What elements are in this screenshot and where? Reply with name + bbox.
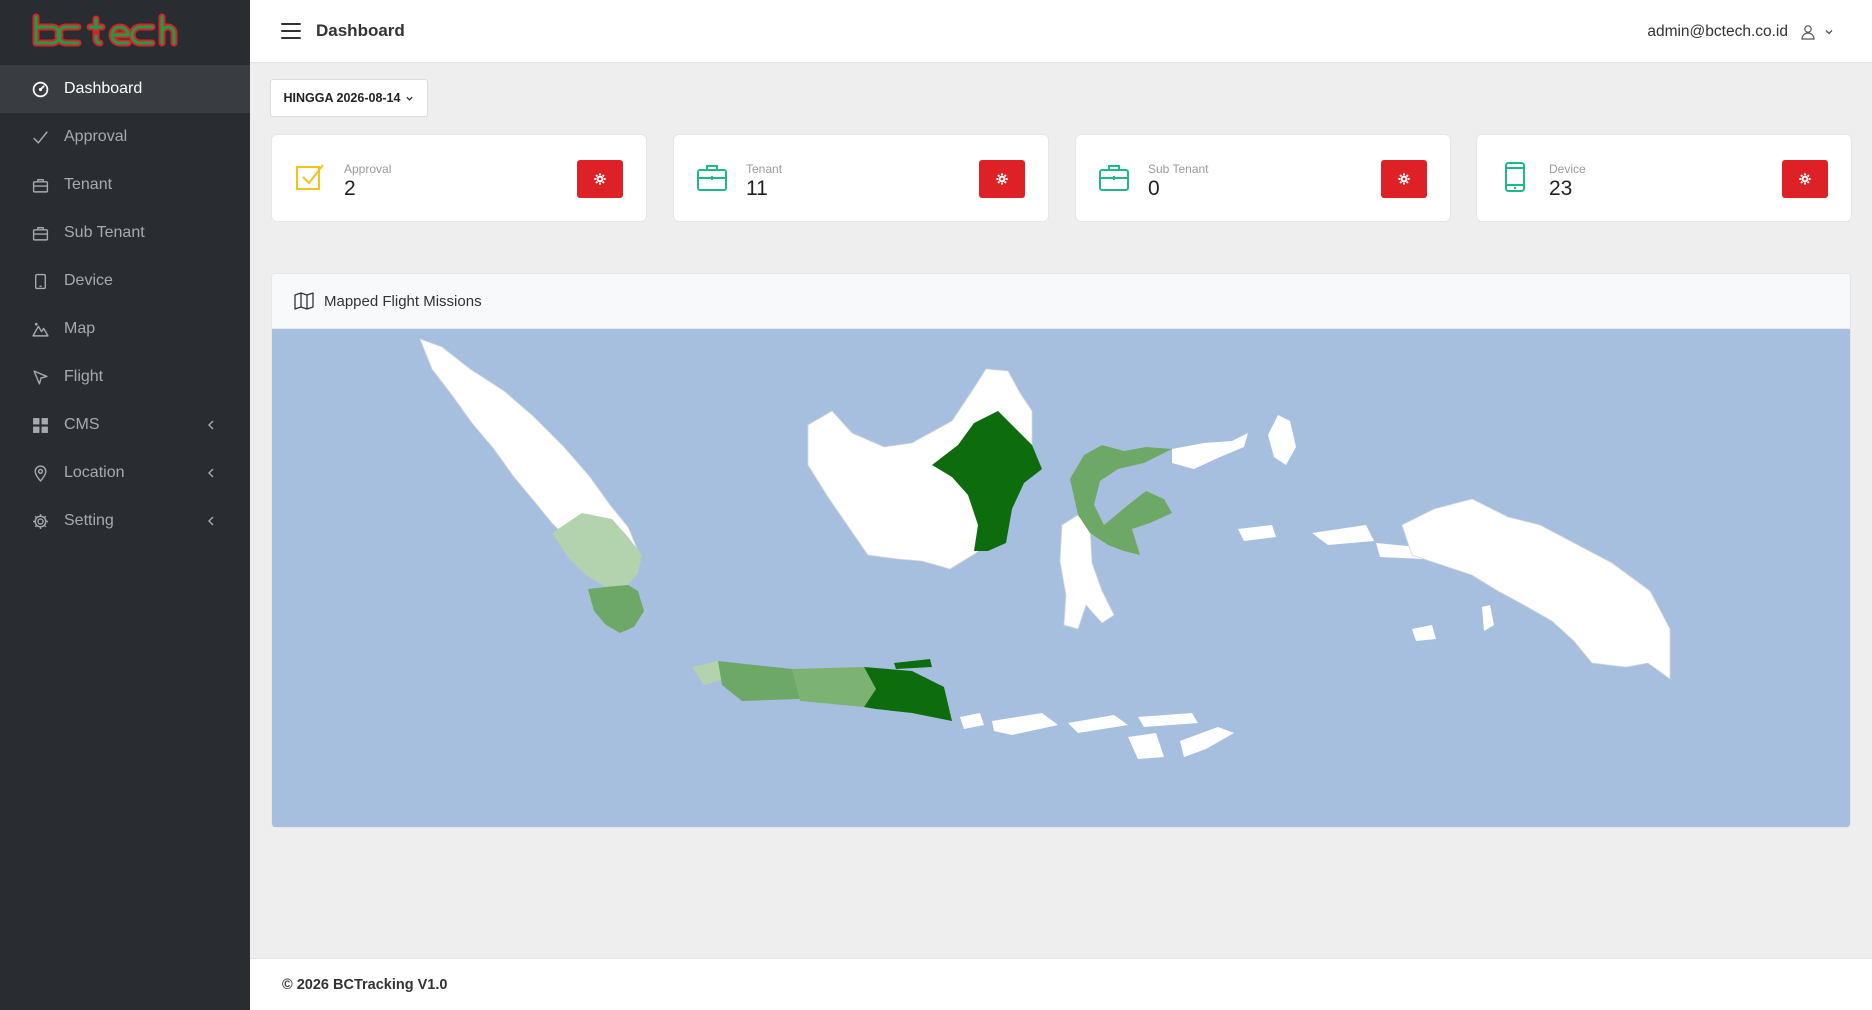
- chevron-down-icon: [406, 96, 414, 101]
- cursor-icon: [31, 368, 49, 386]
- stat-card-tenant: Tenant 11: [673, 134, 1049, 222]
- sidebar-item-label: Setting: [64, 512, 114, 529]
- stat-card-sub-tenant: Sub Tenant 0: [1075, 134, 1451, 222]
- mobile-icon: [31, 272, 49, 290]
- stat-settings-button[interactable]: [1381, 160, 1427, 198]
- indonesia-map[interactable]: [272, 329, 1850, 827]
- sidebar-item-cms[interactable]: CMS: [0, 401, 250, 449]
- user-icon: [1801, 24, 1815, 40]
- region-aru: [1412, 605, 1494, 641]
- sidebar-nav: Dashboard Approval Tenant Sub Tenant Dev…: [0, 65, 250, 545]
- check-icon: [31, 128, 49, 146]
- date-filter-dropdown[interactable]: HINGGA 2026-08-14: [270, 79, 428, 117]
- briefcase-icon: [1099, 165, 1129, 191]
- region-west-java: [718, 661, 800, 701]
- stat-label: Sub Tenant: [1148, 162, 1209, 176]
- sidebar-item-label: Device: [64, 272, 113, 289]
- region-madura: [894, 659, 932, 669]
- region-papua: [1401, 498, 1671, 680]
- gear-icon: [996, 173, 1008, 185]
- sidebar-item-label: Approval: [64, 128, 128, 145]
- bctech-logo[interactable]: [0, 0, 250, 62]
- chevron-left-icon: [208, 468, 214, 478]
- stat-value: 2: [344, 177, 356, 200]
- checkbox-icon: [296, 164, 324, 190]
- date-filter-label: HINGGA 2026-08-14: [283, 91, 401, 105]
- map-panel-header: Mapped Flight Missions: [272, 274, 1850, 329]
- sidebar-item-device[interactable]: Device: [0, 257, 250, 305]
- top-header: Dashboard admin@bctech.co.id: [250, 0, 1872, 63]
- briefcase-icon: [31, 176, 49, 194]
- sidebar-item-label: Sub Tenant: [64, 224, 145, 241]
- sidebar-item-flight[interactable]: Flight: [0, 353, 250, 401]
- footer-copyright: © 2026 BCTracking V1.0: [282, 976, 448, 993]
- page-title: Dashboard: [316, 21, 405, 40]
- hamburger-menu-icon[interactable]: [281, 23, 301, 39]
- region-gorontalo: [1172, 433, 1248, 469]
- stat-settings-button[interactable]: [577, 160, 623, 198]
- region-south-sumatra: [552, 513, 642, 587]
- stat-label: Tenant: [746, 162, 783, 176]
- sidebar-item-location[interactable]: Location: [0, 449, 250, 497]
- region-central-java: [792, 667, 876, 707]
- chevron-left-icon: [208, 420, 214, 430]
- region-lampung: [588, 585, 644, 633]
- user-menu[interactable]: admin@bctech.co.id: [1647, 0, 1834, 63]
- stat-card-approval: Approval 2: [271, 134, 647, 222]
- gear-icon: [31, 512, 49, 530]
- sidebar-item-label: Location: [64, 464, 125, 481]
- map-icon: [294, 292, 314, 310]
- sidebar-item-label: Map: [64, 320, 96, 337]
- sidebar-item-label: Flight: [64, 368, 104, 385]
- sidebar-item-setting[interactable]: Setting: [0, 497, 250, 545]
- sidebar: Dashboard Approval Tenant Sub Tenant Dev…: [0, 0, 250, 1010]
- stat-card-device: Device 23: [1476, 134, 1852, 222]
- sidebar-item-approval[interactable]: Approval: [0, 113, 250, 161]
- grid-icon: [31, 416, 49, 434]
- sidebar-item-map[interactable]: Map: [0, 305, 250, 353]
- stat-value: 23: [1549, 177, 1573, 200]
- sidebar-item-label: Dashboard: [64, 80, 143, 97]
- stat-value: 11: [746, 177, 768, 200]
- stat-label: Device: [1549, 162, 1586, 176]
- sidebar-item-tenant[interactable]: Tenant: [0, 161, 250, 209]
- dashboard-icon: [31, 80, 49, 98]
- map-mountain-icon: [31, 320, 49, 338]
- chevron-left-icon: [208, 516, 214, 526]
- sidebar-item-label: Tenant: [64, 176, 113, 193]
- chevron-down-icon: [1825, 29, 1833, 34]
- stat-settings-button[interactable]: [979, 160, 1025, 198]
- gear-icon: [1799, 173, 1811, 185]
- mobile-icon: [1505, 162, 1525, 192]
- stat-value: 0: [1148, 177, 1160, 200]
- indonesia-map-svg: [419, 338, 1671, 759]
- region-east-java: [864, 667, 952, 721]
- sidebar-item-dashboard[interactable]: Dashboard: [0, 65, 250, 113]
- gear-icon: [594, 173, 606, 185]
- briefcase-icon: [697, 165, 727, 191]
- location-pin-icon: [31, 464, 49, 482]
- gear-icon: [1398, 173, 1410, 185]
- flight-missions-map-panel: Mapped Flight Missions: [271, 273, 1851, 828]
- briefcase-icon: [31, 224, 49, 242]
- logo-icon: [32, 13, 178, 47]
- footer: © 2026 BCTracking V1.0: [250, 958, 1872, 1010]
- sidebar-item-label: CMS: [64, 416, 100, 433]
- stat-label: Approval: [344, 162, 392, 176]
- region-maluku: [1238, 415, 1422, 559]
- sidebar-item-sub-tenant[interactable]: Sub Tenant: [0, 209, 250, 257]
- map-title: Mapped Flight Missions: [324, 292, 482, 310]
- stat-settings-button[interactable]: [1782, 160, 1828, 198]
- region-nusa-tenggara: [960, 713, 1234, 759]
- user-email: admin@bctech.co.id: [1647, 22, 1788, 40]
